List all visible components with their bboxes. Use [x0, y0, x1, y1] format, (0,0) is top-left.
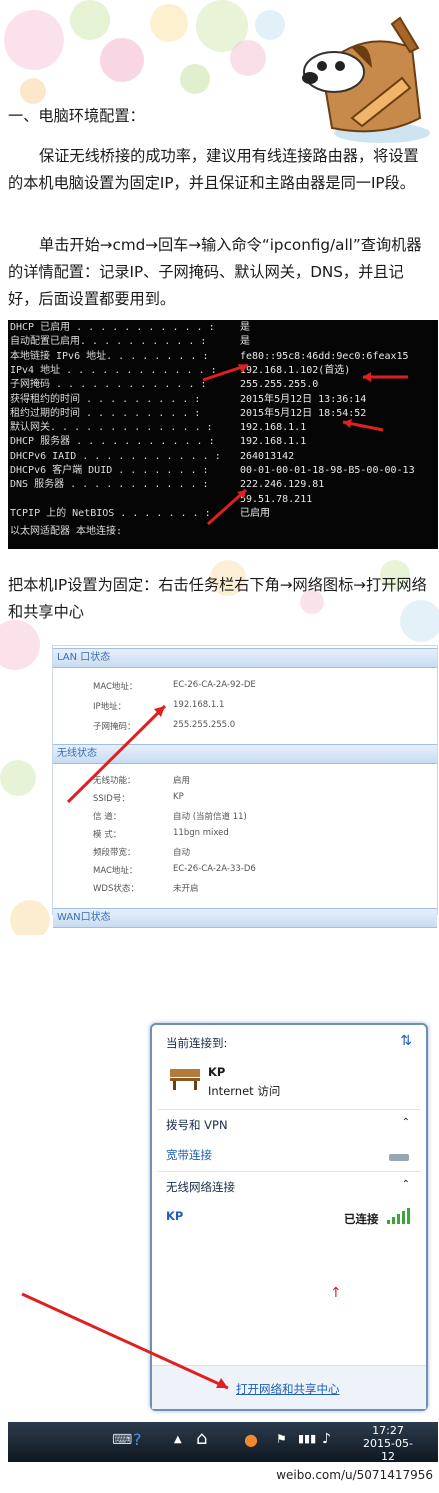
- wifi-status: 已连接: [344, 1212, 379, 1226]
- refresh-icon[interactable]: ⇅: [400, 1033, 412, 1049]
- clock[interactable]: 17:27 2015-05-12: [358, 1424, 418, 1463]
- network-name: KP: [208, 1065, 226, 1079]
- home-icon[interactable]: ⌂: [196, 1428, 207, 1449]
- current-connection-label: 当前连接到:: [166, 1036, 228, 1050]
- cmd-screenshot: DHCP 已启用 . . . . . . . . . . . : 是自动配置已启用…: [8, 320, 438, 549]
- taskbar: ⌨ ? ▲ ⌂ ● ⚑ ▮▮▮ ♪ 17:27 2015-05-12: [8, 1422, 438, 1463]
- keyboard-icon[interactable]: ⌨: [112, 1432, 132, 1448]
- signal-strength-icon: [387, 1208, 410, 1224]
- popup-red-arrow: [21, 1292, 229, 1390]
- router-status-row: WDS状态： 未开启: [93, 882, 393, 894]
- router-field-value: EC-26-CA-2A-92-DE: [173, 680, 256, 690]
- network-tray-icon[interactable]: ▮▮▮: [298, 1432, 316, 1445]
- router-status-row: 模 式： 11bgn mixed: [93, 828, 393, 840]
- cursor-arrow-icon: ↑: [330, 1285, 342, 1301]
- router-status-row: 频段带宽： 自动: [93, 846, 393, 858]
- broadband-connection[interactable]: 宽带连接: [166, 1147, 426, 1163]
- wireless-connection-header[interactable]: 无线网络连接: [166, 1179, 426, 1195]
- lan-status-header: LAN 口状态: [53, 648, 437, 668]
- router-field-label: 模 式：: [93, 830, 122, 840]
- bench-icon: [170, 1069, 200, 1090]
- chevron-up-icon[interactable]: ⌃: [402, 1117, 410, 1128]
- router-red-arrow: [66, 704, 167, 804]
- router-field-value: 自动: [173, 848, 191, 858]
- wan-status-header: WAN口状态: [53, 908, 437, 928]
- volume-icon[interactable]: ♪: [322, 1431, 331, 1447]
- clock-time: 17:27: [372, 1424, 404, 1437]
- router-field-value: EC-26-CA-2A-33-D6: [173, 864, 256, 874]
- paragraph-fixed-ip: 保证无线桥接的成功率，建议用有线连接路由器，将设置的本机电脑设置为固定IP，并且…: [8, 147, 419, 192]
- chevron-up-icon[interactable]: ⌃: [402, 1179, 410, 1190]
- router-field-value: 未开启: [173, 884, 199, 894]
- paragraph-set-fixed-ip: 把本机IP设置为固定：右击任务栏右下角→网络图标→打开网络和共享中心: [8, 576, 427, 621]
- router-field-value: 自动 (当前信道 11): [173, 812, 247, 822]
- dialup-vpn-header[interactable]: 拨号和 VPN: [166, 1117, 426, 1133]
- router-status-row: 信 道： 自动 (当前信道 11): [93, 810, 393, 822]
- router-field-label: MAC地址：: [93, 866, 138, 876]
- clock-date: 2015-05-12: [363, 1437, 413, 1463]
- paragraph-ipconfig: 单击开始→cmd→回车→输入命令“ipconfig/all”查询机器的详情配置：…: [8, 236, 422, 308]
- open-network-sharing-center-link[interactable]: 打开网络和共享中心: [236, 1381, 426, 1397]
- fox-app-icon[interactable]: ●: [244, 1430, 258, 1449]
- network-access: Internet 访问: [208, 1084, 281, 1098]
- show-hidden-icons[interactable]: ▲: [174, 1434, 182, 1445]
- flag-icon[interactable]: ⚑: [276, 1432, 287, 1446]
- modem-icon: [389, 1154, 409, 1161]
- weibo-watermark: weibo.com/u/5071417956: [276, 1468, 433, 1482]
- router-field-value: 192.168.1.1: [173, 700, 225, 710]
- router-status-row: MAC地址： EC-26-CA-2A-33-D6: [93, 864, 393, 876]
- router-field-label: 频段带宽：: [93, 848, 136, 858]
- red-arrows: [202, 363, 408, 526]
- help-icon[interactable]: ?: [133, 1430, 142, 1449]
- router-field-value: 255.255.255.0: [173, 720, 236, 730]
- router-field-value: 11bgn mixed: [173, 828, 229, 838]
- router-field-label: WDS状态：: [93, 884, 139, 894]
- section-title: 一、电脑环境配置：: [8, 107, 145, 125]
- router-field-label: 信 道：: [93, 812, 122, 822]
